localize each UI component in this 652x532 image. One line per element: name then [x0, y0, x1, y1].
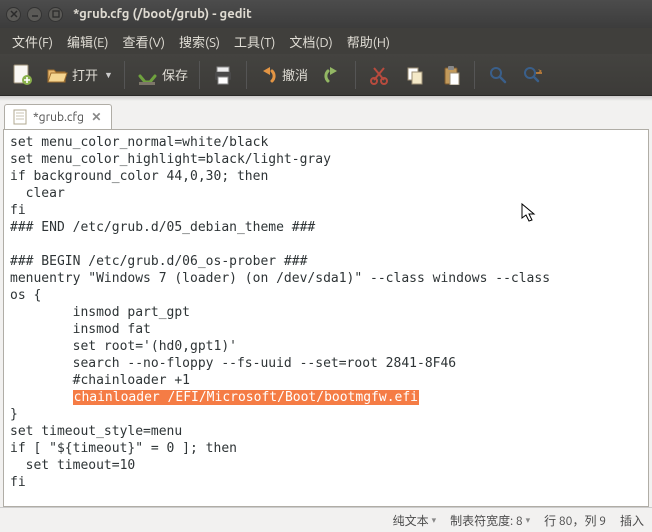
separator: [124, 61, 125, 89]
close-window-button[interactable]: [6, 7, 21, 22]
save-label: 保存: [162, 65, 188, 84]
print-button[interactable]: [207, 59, 239, 91]
menu-search[interactable]: 搜索(S): [173, 29, 226, 54]
find-icon: [488, 65, 508, 85]
insert-mode[interactable]: 插入: [620, 512, 644, 529]
syntax-label: 纯文本: [393, 512, 429, 529]
separator: [246, 61, 247, 89]
editor-area[interactable]: set menu_color_normal=white/black set me…: [3, 129, 649, 507]
document-tab[interactable]: *grub.cfg ✕: [4, 104, 112, 129]
open-label: 打开: [72, 65, 98, 84]
tab-close-button[interactable]: ✕: [90, 111, 103, 124]
find-button[interactable]: [482, 59, 514, 91]
separator: [355, 61, 356, 89]
find-replace-icon: [523, 65, 545, 85]
paste-button[interactable]: [435, 59, 467, 91]
separator: [199, 61, 200, 89]
window-title: *grub.cfg (/boot/grub) - gedit: [73, 7, 252, 21]
copy-icon: [405, 65, 425, 85]
menubar: 文件(F) 编辑(E) 查看(V) 搜索(S) 工具(T) 文档(D) 帮助(H…: [0, 28, 652, 54]
undo-button[interactable]: 撤消: [254, 59, 312, 91]
editor-content[interactable]: set menu_color_normal=white/black set me…: [4, 130, 648, 495]
tabwidth-text: 制表符宽度: 8: [450, 512, 522, 529]
redo-button[interactable]: [316, 59, 348, 91]
undo-label: 撤消: [282, 65, 308, 84]
open-folder-icon: [46, 64, 68, 86]
cursor-position: 行 80，列 9: [544, 512, 606, 529]
toolbar: 打开 ▼ 保存 撤消: [0, 54, 652, 96]
menu-file[interactable]: 文件(F): [6, 29, 59, 54]
tabbar: *grub.cfg ✕: [0, 101, 652, 129]
cut-icon: [369, 65, 389, 85]
menu-docs[interactable]: 文档(D): [283, 29, 338, 54]
tab-label: *grub.cfg: [33, 111, 84, 124]
new-button[interactable]: [6, 59, 38, 91]
titlebar: *grub.cfg (/boot/grub) - gedit: [0, 0, 652, 28]
print-icon: [212, 64, 234, 86]
window-controls: [6, 7, 63, 22]
cut-button[interactable]: [363, 59, 395, 91]
find-replace-button[interactable]: [518, 59, 550, 91]
minimize-window-button[interactable]: [27, 7, 42, 22]
undo-icon: [258, 65, 278, 85]
syntax-selector[interactable]: 纯文本: [393, 512, 437, 529]
maximize-window-button[interactable]: [48, 7, 63, 22]
minimize-icon: [31, 10, 39, 18]
menu-tools[interactable]: 工具(T): [228, 29, 281, 54]
separator: [474, 61, 475, 89]
close-icon: [10, 10, 18, 18]
open-button[interactable]: 打开 ▼: [42, 59, 117, 91]
menu-help[interactable]: 帮助(H): [341, 29, 396, 54]
menu-view[interactable]: 查看(V): [117, 29, 171, 54]
paste-icon: [441, 65, 461, 85]
new-file-icon: [11, 63, 33, 87]
menu-edit[interactable]: 编辑(E): [61, 29, 114, 54]
save-icon: [136, 64, 158, 86]
redo-icon: [322, 65, 342, 85]
copy-button[interactable]: [399, 59, 431, 91]
maximize-icon: [52, 10, 60, 18]
file-icon: [13, 109, 27, 125]
chevron-down-icon: ▼: [104, 70, 113, 80]
tabwidth-selector[interactable]: 制表符宽度: 8: [450, 512, 530, 529]
save-button[interactable]: 保存: [132, 59, 192, 91]
statusbar: 纯文本 制表符宽度: 8 行 80，列 9 插入: [0, 507, 652, 532]
